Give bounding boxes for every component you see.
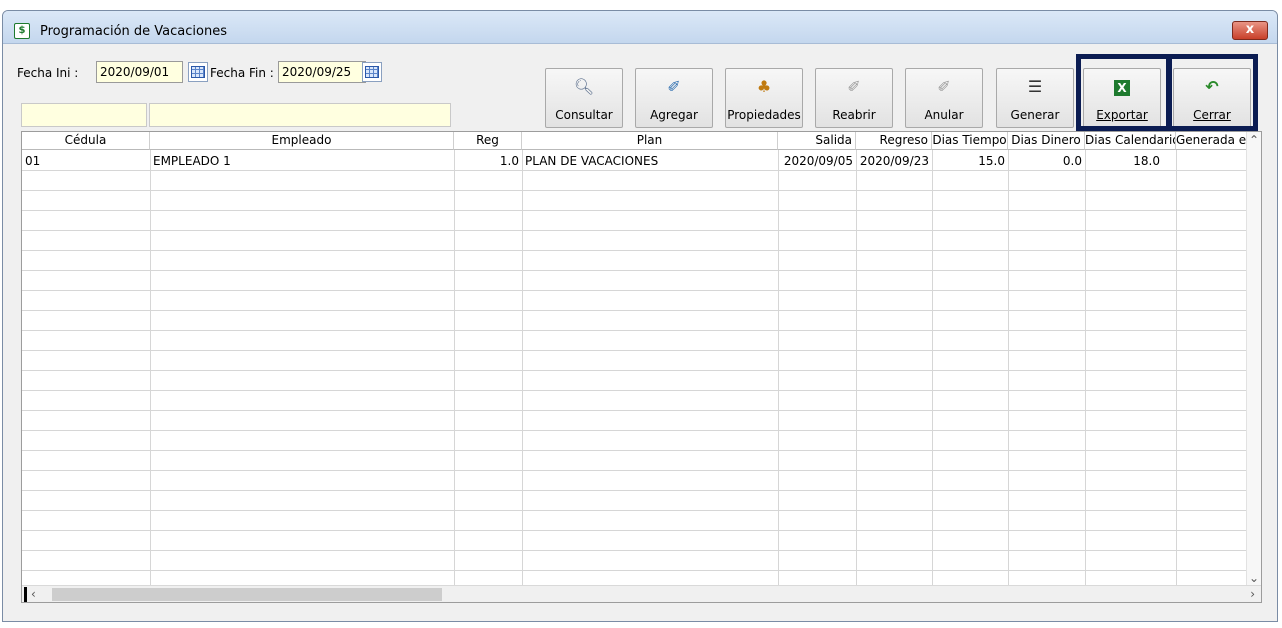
cerrar-highlight [1166,54,1258,131]
row-divider [22,310,1248,311]
fecha-ini-label: Fecha Ini : [17,66,79,80]
table-cell-cedula[interactable]: 01 [22,151,150,171]
table-cell-empleado[interactable]: EMPLEADO 1 [150,151,454,171]
row-divider [22,230,1248,231]
add-document-icon: ✐ [667,77,681,96]
calendar-icon [191,66,205,78]
row-divider [22,490,1248,491]
filter-cedula-input[interactable] [21,103,147,127]
row-divider [22,530,1248,531]
consultar-label: Consultar [555,108,613,122]
void-icon: ✐ [937,77,951,96]
close-window-button[interactable]: x [1232,21,1268,40]
reabrir-label: Reabrir [832,108,876,122]
scroll-up-arrow-icon[interactable]: ⌃ [1249,133,1259,147]
spreadsheet-icon: $ [14,23,30,39]
table-cell-dias-calendario[interactable]: 18.0 [1085,151,1176,171]
row-divider [22,550,1248,551]
reopen-icon: ✐ [847,77,861,96]
main-window: $ Programación de Vacaciones x Fecha Ini… [2,10,1278,622]
column-header-dias-dinero[interactable]: Dias Dinero [1008,132,1085,150]
horizontal-scrollbar[interactable]: ‹ › [22,585,1261,602]
column-header-cedula[interactable]: Cédula [22,132,150,150]
row-divider [22,510,1248,511]
shapes-icon: ♣ [756,77,772,96]
scroll-down-arrow-icon[interactable]: ⌄ [1249,571,1259,585]
column-divider [932,150,933,587]
reabrir-button[interactable]: ✐ Reabrir [815,68,893,128]
magnifier-icon: 🔍︎ [573,77,595,96]
fecha-fin-input[interactable]: 2020/09/25 [278,61,366,83]
fecha-ini-input[interactable]: 2020/09/01 [96,61,183,83]
row-divider [22,410,1248,411]
filter-empleado-input[interactable] [149,103,451,127]
vacations-table: Cédula Empleado Reg Plan Salida Regreso … [21,131,1262,603]
agregar-button[interactable]: ✐ Agregar [635,68,713,128]
fecha-ini-calendar-button[interactable] [188,62,208,82]
column-divider [150,150,151,587]
propiedades-button[interactable]: ♣ Propiedades [725,68,803,128]
column-header-reg[interactable]: Reg [454,132,522,150]
scroll-left-arrow-icon[interactable]: ‹ [31,587,36,601]
column-header-empleado[interactable]: Empleado [150,132,454,150]
scroll-right-arrow-icon[interactable]: › [1250,587,1255,601]
table-cell-reg[interactable]: 1.0 [454,151,522,171]
column-divider [778,150,779,587]
row-divider [22,250,1248,251]
column-divider [1176,150,1177,587]
anular-label: Anular [924,108,964,122]
table-cell-regreso[interactable]: 2020/09/23 [856,151,932,171]
column-divider [454,150,455,587]
column-header-regreso[interactable]: Regreso [856,132,932,150]
table-cell-dias-tiempo[interactable]: 15.0 [932,151,1008,171]
title-bar: $ Programación de Vacaciones x [3,11,1277,44]
window-title: Programación de Vacaciones [40,24,227,39]
column-header-dias-tiempo[interactable]: Dias Tiempo [932,132,1008,150]
table-cell-plan[interactable]: PLAN DE VACACIONES [522,151,778,171]
agregar-label: Agregar [650,108,698,122]
row-divider [22,570,1248,571]
row-divider [22,270,1248,271]
column-divider [1008,150,1009,587]
table-cell-salida[interactable]: 2020/09/05 [778,151,856,171]
column-header-plan[interactable]: Plan [522,132,778,150]
document-icon: ☰ [1027,77,1043,96]
row-divider [22,330,1248,331]
vertical-scrollbar[interactable]: ⌃ ⌄ [1246,132,1261,587]
column-header-salida[interactable]: Salida [778,132,856,150]
caret-marker [24,587,27,602]
row-divider [22,390,1248,391]
fecha-fin-label: Fecha Fin : [210,66,274,80]
row-divider [22,190,1248,191]
row-divider [22,470,1248,471]
consultar-button[interactable]: 🔍︎ Consultar [545,68,623,128]
column-header-dias-calendario[interactable]: Dias Calendario [1085,132,1176,150]
table-cell-generada-en[interactable] [1176,151,1248,171]
row-divider [22,370,1248,371]
exportar-highlight [1076,54,1172,131]
generar-button[interactable]: ☰ Generar [996,68,1074,128]
row-divider [22,430,1248,431]
column-divider [856,150,857,587]
anular-button[interactable]: ✐ Anular [905,68,983,128]
fecha-fin-calendar-button[interactable] [362,62,382,82]
row-divider [22,210,1248,211]
table-cell-dias-dinero[interactable]: 0.0 [1008,151,1085,171]
row-divider [22,290,1248,291]
column-divider [1085,150,1086,587]
row-divider [22,450,1248,451]
column-header-generada-en[interactable]: Generada en [1176,132,1248,150]
calendar-icon [365,66,379,78]
generar-label: Generar [1010,108,1060,122]
row-divider [22,350,1248,351]
column-divider [522,150,523,587]
horizontal-scroll-thumb[interactable] [52,588,442,601]
propiedades-label: Propiedades [727,108,801,122]
